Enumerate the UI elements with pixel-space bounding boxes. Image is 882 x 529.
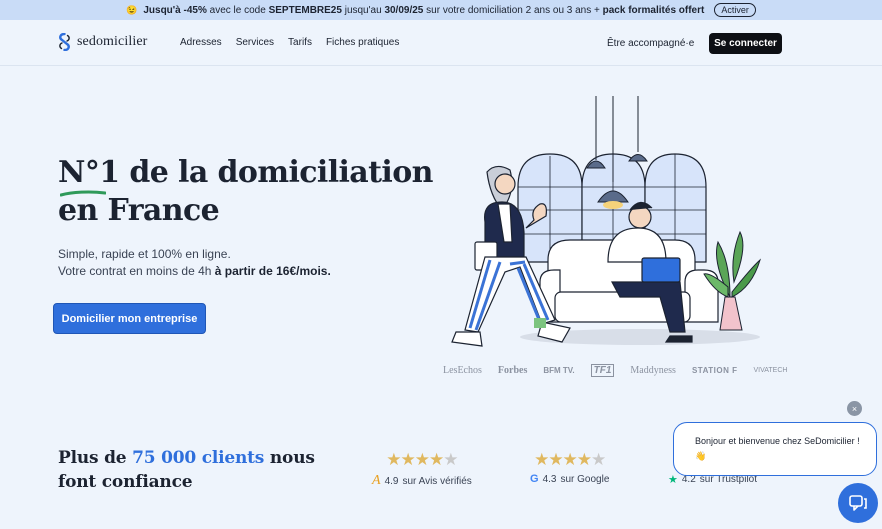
press-logo-vivatech: VIVATECH (753, 367, 788, 374)
hero-subtitle: Simple, rapide et 100% en ligne. Votre c… (58, 246, 331, 280)
promo-text: Jusqu'à -45% avec le code SEPTEMBRE25 ju… (143, 4, 705, 16)
press-logos: LesEchos Forbes BFM TV. TF1 Maddyness ST… (443, 364, 787, 377)
rating-score: 4.3 (542, 473, 557, 485)
press-logo-lesechos: LesEchos (443, 365, 482, 376)
avis-verifies-icon: A (372, 473, 381, 488)
login-button[interactable]: Se connecter (709, 33, 782, 54)
chat-message: Bonjour et bienvenue chez SeDomicilier !… (695, 436, 860, 461)
chat-launcher-button[interactable] (838, 483, 878, 523)
hero-title: N°1 de la domiciliation en France (58, 154, 433, 230)
rating-stars: ★★★★★ (386, 450, 458, 469)
rating-stars: ★★★★★ (534, 450, 606, 469)
press-logo-tf1: TF1 (590, 364, 615, 377)
trustpilot-star-icon: ★ (668, 474, 678, 486)
press-logo-forbes: Forbes (497, 365, 528, 376)
google-icon: G (530, 473, 539, 485)
rating-avis-verifies[interactable]: ★★★★★ A 4.9 sur Avis vérifiés (372, 451, 472, 489)
logo-mark-icon (59, 33, 70, 51)
accompany-link[interactable]: Être accompagné·e (607, 38, 694, 49)
chat-close-button[interactable]: × (847, 401, 862, 416)
rating-google[interactable]: ★★★★★ G 4.3 sur Google (530, 450, 610, 486)
rating-source: sur Google (560, 473, 610, 485)
wink-emoji-icon: 😉 (126, 4, 138, 15)
hero-illustration (451, 96, 761, 347)
site-logo[interactable]: sedomicilier (57, 33, 147, 51)
nav-item-services[interactable]: Services (236, 37, 274, 48)
main-nav: Adresses Services Tarifs Fiches pratique… (180, 37, 399, 48)
hero-title-line-2: en France (58, 193, 220, 228)
hero-subtitle-line-1: Simple, rapide et 100% en ligne. (58, 247, 231, 261)
hero-title-line-1: N°1 de la domiciliation (58, 155, 433, 190)
nav-item-adresses[interactable]: Adresses (180, 37, 222, 48)
chat-welcome-bubble[interactable]: Bonjour et bienvenue chez SeDomicilier !… (673, 422, 877, 476)
activate-promo-button[interactable]: Activer (714, 3, 756, 17)
nav-item-tarifs[interactable]: Tarifs (288, 37, 312, 48)
title-underline-swoosh (60, 190, 106, 197)
nav-item-fiches-pratiques[interactable]: Fiches pratiques (326, 37, 399, 48)
press-logo-bfm: BFM TV. (543, 366, 575, 375)
promo-banner: 😉 Jusqu'à -45% avec le code SEPTEMBRE25 … (0, 0, 882, 20)
site-header: sedomicilier Adresses Services Tarifs Fi… (0, 20, 882, 66)
hero-subtitle-line-2: Votre contrat en moins de 4h à partir de… (58, 264, 331, 278)
domicilier-cta-button[interactable]: Domicilier mon entreprise (53, 303, 206, 334)
press-logo-station-f: STATION F (691, 366, 738, 375)
rating-score: 4.9 (384, 475, 399, 487)
logo-text: sedomicilier (77, 34, 148, 49)
rating-source: sur Avis vérifiés (402, 475, 472, 487)
chat-icon (849, 495, 867, 511)
press-logo-maddyness: Maddyness (630, 365, 676, 376)
trust-title: Plus de 75 000 clients nous font confian… (58, 448, 315, 492)
